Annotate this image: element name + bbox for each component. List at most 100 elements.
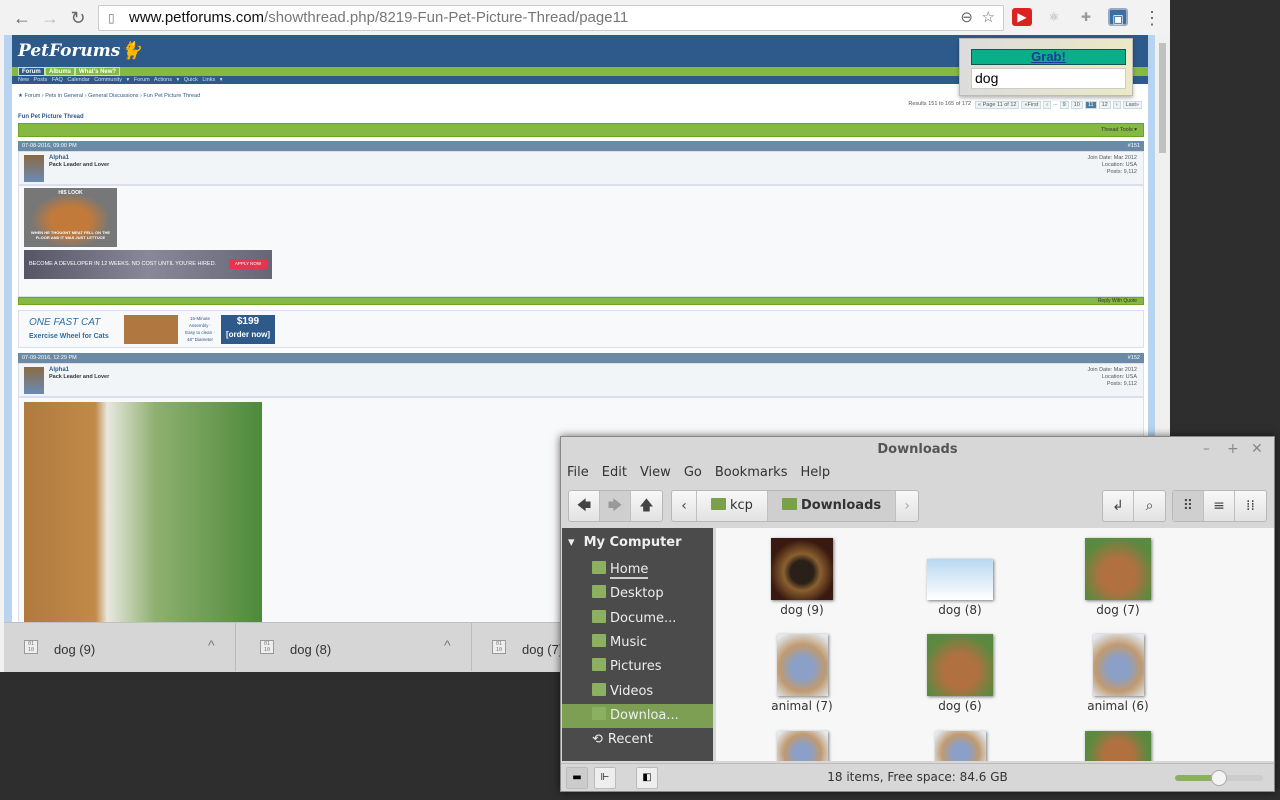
bookmark-star-icon[interactable]: ☆ bbox=[982, 6, 995, 30]
file-item[interactable]: dog (8) bbox=[900, 538, 1020, 617]
binary-file-icon: 01 10 bbox=[260, 640, 274, 654]
path-left-arrow[interactable]: ‹ bbox=[672, 491, 697, 521]
list-view-button[interactable]: ≡ bbox=[1204, 491, 1235, 521]
path-kcp[interactable]: kcp bbox=[697, 491, 768, 521]
puzzle-extension-icon[interactable]: ✚ bbox=[1076, 8, 1096, 26]
file-item[interactable]: dog (6) bbox=[900, 634, 1020, 713]
back-button[interactable]: 🡄 bbox=[569, 491, 600, 521]
forward-button[interactable]: → bbox=[38, 6, 62, 30]
page-link[interactable]: 12 bbox=[1098, 101, 1111, 109]
user-title: Pack Leader and Lover bbox=[49, 374, 110, 380]
tab-forum[interactable]: Forum bbox=[18, 67, 45, 76]
maximize-button[interactable]: + bbox=[1227, 441, 1239, 457]
menu-file[interactable]: File bbox=[567, 465, 589, 480]
breadcrumb-forum[interactable]: Forum bbox=[24, 93, 40, 99]
breadcrumb: ★ Forum › Pets in General › General Disc… bbox=[18, 93, 201, 99]
places-sidebar: ▾ My Computer Home Desktop Docume... Mus… bbox=[562, 528, 713, 761]
location-toggle-button[interactable]: ↲ bbox=[1103, 491, 1134, 521]
zoom-icon[interactable]: ⊖ bbox=[960, 6, 973, 30]
address-bar[interactable]: ▯ www.petforums.com/showthread.php/8219-… bbox=[98, 5, 1004, 31]
sidebar-item-pictures[interactable]: Pictures bbox=[562, 655, 713, 679]
cat-wheel-ad[interactable]: ONE FAST CAT Exercise Wheel for Cats 16-… bbox=[18, 310, 1144, 348]
avatar[interactable] bbox=[24, 155, 44, 182]
tab-whats-new[interactable]: What's New? bbox=[75, 67, 121, 76]
menu-view[interactable]: View bbox=[640, 465, 671, 480]
thread-tools-menu[interactable]: Thread Tools ▾ bbox=[1101, 127, 1137, 133]
sidebar-item-videos[interactable]: Videos bbox=[562, 680, 713, 704]
back-button[interactable]: ← bbox=[10, 6, 34, 30]
compact-view-button[interactable]: ⁞⁞ bbox=[1235, 491, 1266, 521]
current-page[interactable]: 11 bbox=[1084, 101, 1097, 109]
breadcrumb-thread[interactable]: Fun Pet Picture Thread bbox=[143, 93, 200, 99]
page-indicator[interactable]: « Page 11 of 12 bbox=[975, 101, 1020, 109]
file-item[interactable] bbox=[742, 731, 862, 761]
page-link[interactable]: 9 bbox=[1059, 101, 1069, 109]
zoom-slider[interactable] bbox=[1175, 770, 1263, 786]
minimize-button[interactable]: – bbox=[1203, 441, 1210, 457]
sidebar-item-recent[interactable]: ⟲ Recent bbox=[562, 728, 713, 752]
path-right-arrow[interactable]: › bbox=[896, 491, 918, 521]
icon-view-button[interactable]: ⠿ bbox=[1173, 491, 1204, 521]
file-item[interactable] bbox=[900, 731, 1020, 761]
home-folder-icon bbox=[711, 498, 726, 510]
image-grabber-extension-icon[interactable]: ▣ bbox=[1108, 8, 1128, 26]
sidebar-header[interactable]: ▾ My Computer bbox=[568, 535, 682, 550]
search-button[interactable]: ⌕ bbox=[1134, 491, 1165, 521]
post-header: 07-09-2016, 12:29 PM #152 bbox=[18, 353, 1144, 363]
file-item[interactable]: dog (9) bbox=[742, 538, 862, 617]
first-page-link[interactable]: «First bbox=[1021, 101, 1042, 109]
sidebar-item-downloads[interactable]: Downloa... bbox=[562, 704, 713, 728]
post-date: 07-08-2016, 09:00 PM bbox=[22, 143, 77, 149]
avatar[interactable] bbox=[24, 367, 44, 394]
zoom-slider-handle[interactable] bbox=[1211, 770, 1227, 786]
download-item[interactable]: 01 10 dog (9) ^ bbox=[4, 623, 236, 671]
meme-image[interactable]: HIS LOOK WHEN HE THOUGHT MEAT FELL ON THE… bbox=[24, 188, 117, 247]
grab-button[interactable]: Grab! bbox=[971, 49, 1126, 65]
page-info-icon[interactable]: ▯ bbox=[108, 6, 115, 30]
next-page-link[interactable]: › bbox=[1112, 101, 1121, 109]
prev-page-link[interactable]: ‹ bbox=[1043, 101, 1052, 109]
search-term-input[interactable]: dog bbox=[971, 68, 1126, 89]
apply-now-button[interactable]: APPLY NOW bbox=[229, 259, 267, 269]
path-downloads[interactable]: Downloads bbox=[767, 491, 897, 521]
sidebar-item-desktop[interactable]: Desktop bbox=[562, 582, 713, 606]
sidebar-item-music[interactable]: Music bbox=[562, 631, 713, 655]
page-link[interactable]: 10 bbox=[1070, 101, 1083, 109]
file-grid: dog (9) dog (8) dog (7) animal (7) dog (… bbox=[716, 528, 1274, 761]
petforums-logo[interactable]: PetForums🐈 bbox=[18, 41, 142, 61]
crow-and-cat-image[interactable] bbox=[24, 402, 262, 622]
react-extension-icon[interactable]: ⚛ bbox=[1044, 8, 1064, 26]
breadcrumb-pets[interactable]: Pets in General bbox=[45, 93, 83, 99]
menu-edit[interactable]: Edit bbox=[602, 465, 627, 480]
downloads-folder-icon bbox=[781, 498, 797, 510]
file-item[interactable]: animal (6) bbox=[1058, 634, 1178, 713]
forward-button[interactable]: 🡆 bbox=[600, 491, 631, 521]
menu-icon[interactable]: ⋮ bbox=[1140, 6, 1164, 30]
sidebar-item-documents[interactable]: Docume... bbox=[562, 607, 713, 631]
file-item[interactable] bbox=[1058, 731, 1178, 761]
post-number[interactable]: #151 bbox=[1128, 141, 1140, 151]
chevron-up-icon[interactable]: ^ bbox=[444, 637, 451, 653]
last-page-link[interactable]: Last» bbox=[1122, 101, 1142, 109]
download-item[interactable]: 01 10 dog (8) ^ bbox=[240, 623, 472, 671]
menu-bookmarks[interactable]: Bookmarks bbox=[715, 465, 788, 480]
sidebar-item-home[interactable]: Home bbox=[562, 558, 713, 582]
reply-with-quote-button[interactable]: Reply With Quote bbox=[1098, 298, 1137, 304]
breadcrumb-discussions[interactable]: General Discussions bbox=[88, 93, 138, 99]
url-host: www.petforums.com bbox=[129, 9, 265, 26]
username[interactable]: Alpha1 bbox=[49, 367, 69, 373]
close-button[interactable]: ✕ bbox=[1251, 441, 1263, 457]
menu-help[interactable]: Help bbox=[800, 465, 830, 480]
thread-title[interactable]: Fun Pet Picture Thread bbox=[18, 114, 84, 120]
username[interactable]: Alpha1 bbox=[49, 155, 69, 161]
reload-button[interactable]: ↻ bbox=[66, 6, 90, 30]
up-button[interactable]: 🡅 bbox=[631, 491, 662, 521]
developer-ad[interactable]: BECOME A DEVELOPER IN 12 WEEKS. NO COST … bbox=[24, 250, 272, 279]
chevron-up-icon[interactable]: ^ bbox=[208, 637, 215, 653]
post-number[interactable]: #152 bbox=[1128, 353, 1140, 363]
file-item[interactable]: dog (7) bbox=[1058, 538, 1178, 617]
menu-go[interactable]: Go bbox=[684, 465, 702, 480]
youtube-extension-icon[interactable]: ▶ bbox=[1012, 8, 1032, 26]
tab-albums[interactable]: Albums bbox=[45, 67, 76, 76]
file-item[interactable]: animal (7) bbox=[742, 634, 862, 713]
